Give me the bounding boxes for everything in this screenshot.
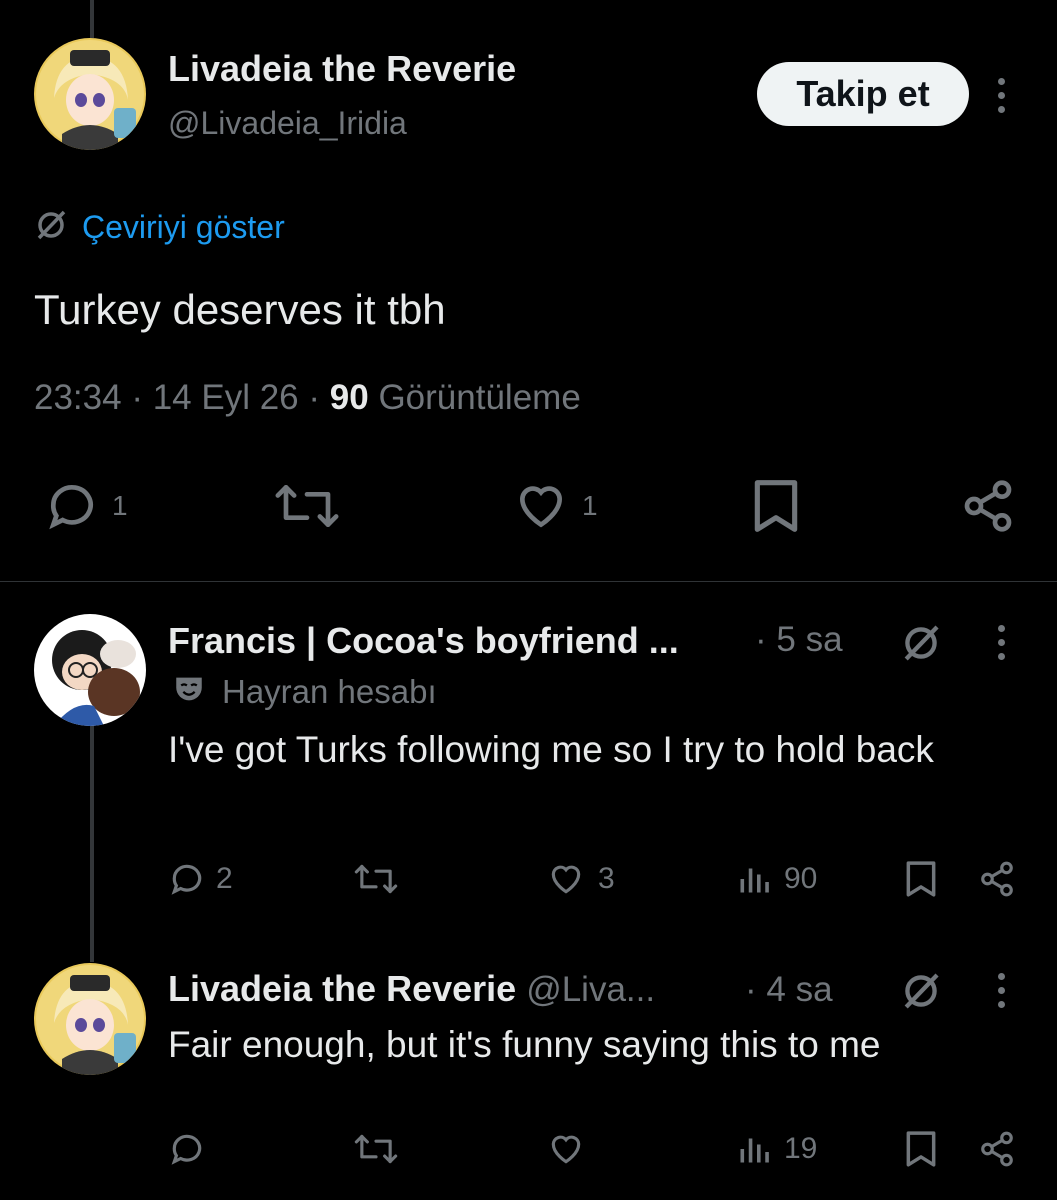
more-icon[interactable] — [995, 973, 1007, 1008]
views-count[interactable]: 90 — [330, 378, 369, 417]
reply-1-bookmark-button[interactable] — [903, 860, 939, 898]
reply-2-repost-button[interactable] — [354, 1130, 398, 1168]
reply-2-text: Fair enough, but it's funny saying this … — [168, 1024, 881, 1065]
post-time[interactable]: 23:34 — [34, 378, 122, 417]
reply-2-reply-button[interactable] — [168, 1130, 206, 1168]
reply-1-like-count: 3 — [598, 862, 615, 895]
reply-icon — [168, 1130, 206, 1168]
like-button[interactable]: 1 — [512, 478, 598, 534]
bookmark-icon — [750, 478, 802, 534]
reply-1-like-button[interactable]: 3 — [546, 860, 615, 898]
no-translate-icon[interactable] — [898, 622, 944, 669]
reply-2-author-name[interactable]: Livadeia the Reverie — [168, 968, 516, 1009]
reply-2-time[interactable]: · 4 sa — [745, 970, 833, 1010]
share-icon — [978, 1130, 1016, 1168]
like-icon — [546, 860, 586, 898]
post-meta: 23:34 · 14 Eyl 26 · 90 Görüntüleme — [34, 378, 581, 418]
share-button[interactable] — [960, 478, 1016, 534]
reply-button[interactable]: 1 — [44, 478, 128, 534]
like-icon — [512, 478, 570, 534]
main-author-handle[interactable]: @Livadeia_Iridia — [168, 105, 407, 142]
repost-icon — [354, 860, 398, 898]
show-translation-link[interactable]: Çeviriyi göster — [34, 208, 285, 247]
reply-2-share-button[interactable] — [978, 1130, 1016, 1168]
thread-line-top — [90, 0, 94, 38]
main-post-text: Turkey deserves it tbh — [34, 286, 446, 333]
fan-account-label: Hayran hesabı — [222, 672, 437, 710]
bookmark-icon — [903, 860, 939, 898]
meta-separator: · — [131, 378, 143, 417]
thread-line-reply — [90, 722, 94, 962]
fan-account-badge: Hayran hesabı — [172, 672, 437, 711]
reply-1-time[interactable]: · 5 sa — [755, 620, 843, 660]
views-icon — [736, 1130, 772, 1168]
reply-icon — [168, 860, 206, 898]
views-label[interactable]: Görüntüleme — [378, 378, 580, 417]
avatar-reply-1[interactable] — [34, 614, 146, 726]
reply-1-views-count: 90 — [784, 862, 818, 895]
reply-1-author-name[interactable]: Francis | Cocoa's boyfriend ... — [168, 620, 679, 662]
reply-1-views-button[interactable]: 90 — [736, 860, 817, 898]
reply-1-reply-button[interactable]: 2 — [168, 860, 233, 898]
fan-account-mask-icon — [172, 672, 206, 711]
reply-1-share-button[interactable] — [978, 860, 1016, 898]
follow-button[interactable]: Takip et — [757, 62, 969, 126]
repost-button[interactable] — [274, 478, 340, 534]
repost-icon — [354, 1130, 398, 1168]
avatar-reply-2[interactable] — [34, 963, 146, 1075]
views-icon — [736, 860, 772, 898]
more-icon[interactable] — [995, 78, 1007, 113]
avatar-main-author[interactable] — [34, 38, 146, 150]
meta-separator-2: · — [308, 378, 321, 417]
reply-1-repost-button[interactable] — [354, 860, 398, 898]
reply-2-views-count: 19 — [784, 1132, 818, 1165]
main-author-name[interactable]: Livadeia the Reverie — [168, 48, 516, 90]
bookmark-icon — [903, 1130, 939, 1168]
post-date[interactable]: 14 Eyl 26 — [153, 378, 299, 417]
share-icon — [978, 860, 1016, 898]
show-translation-label[interactable]: Çeviriyi göster — [82, 209, 285, 246]
reply-2-views-button[interactable]: 19 — [736, 1130, 817, 1168]
reply-2-like-button[interactable] — [546, 1130, 586, 1168]
no-translate-icon — [34, 208, 68, 247]
no-translate-icon[interactable] — [898, 970, 944, 1017]
share-icon — [960, 478, 1016, 534]
reply-1-text: I've got Turks following me so I try to … — [168, 729, 934, 770]
reply-2-author-handle[interactable]: @Liva... — [526, 970, 655, 1009]
bookmark-button[interactable] — [750, 478, 802, 534]
divider — [0, 581, 1057, 582]
reply-count: 1 — [112, 490, 128, 521]
like-count: 1 — [582, 490, 598, 521]
reply-icon — [44, 478, 100, 534]
more-icon[interactable] — [995, 625, 1007, 660]
repost-icon — [274, 478, 340, 534]
reply-2-bookmark-button[interactable] — [903, 1130, 939, 1168]
reply-2-header: Livadeia the Reverie @Liva... — [168, 968, 655, 1010]
reply-1-reply-count: 2 — [216, 862, 233, 895]
like-icon — [546, 1130, 586, 1168]
